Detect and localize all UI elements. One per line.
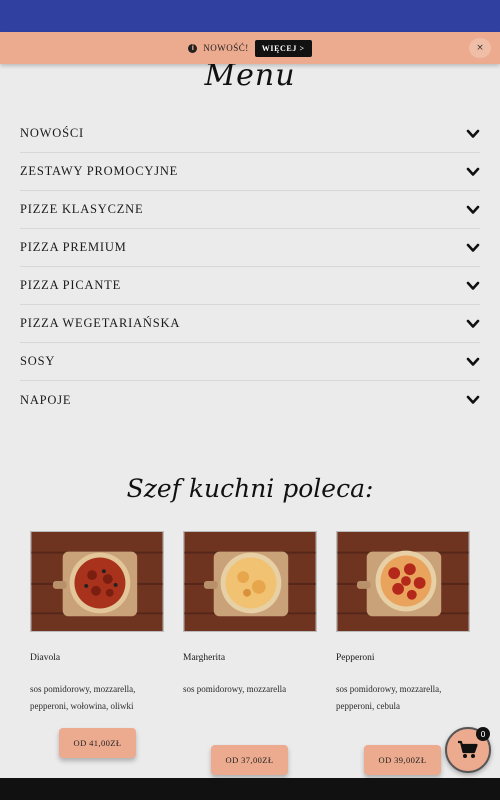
- product-name: Margherita: [183, 653, 226, 663]
- pizza-pepperoni-image[interactable]: [336, 531, 470, 632]
- chevron-down-icon: [466, 243, 480, 252]
- price-button-pepperoni[interactable]: OD 39,00ZŁ: [364, 745, 441, 775]
- category-label: NOWOŚCI: [20, 126, 84, 140]
- chevron-down-icon: [466, 281, 480, 290]
- chef-recommends-title: Szef kuchni poleca:: [126, 474, 374, 503]
- chevron-down-icon: [466, 129, 480, 138]
- product-description: sos pomidorowy, mozzarella, pepperoni, c…: [336, 684, 442, 711]
- pizza-margherita-image[interactable]: [183, 531, 317, 632]
- pizza-diavola-image[interactable]: [30, 531, 164, 632]
- price-button-margherita[interactable]: OD 37,00ZŁ: [211, 745, 288, 775]
- product-card-margherita: Margherita sos pomidorowy, mozzarella: [183, 531, 317, 694]
- category-label: NAPOJE: [20, 392, 72, 407]
- category-pizze-klasyczne[interactable]: PIZZE KLASYCZNE: [20, 191, 480, 229]
- category-label: PIZZE KLASYCZNE: [20, 202, 144, 216]
- product-card-pepperoni: Pepperoni sos pomidorowy, mozzarella, pe…: [336, 531, 470, 711]
- top-bar: [0, 0, 500, 32]
- category-label: SOSY: [20, 354, 56, 368]
- product-card-diavola: Diavola sos pomidorowy, mozzarella, pepp…: [30, 531, 164, 711]
- category-sosy[interactable]: SOSY: [20, 343, 480, 381]
- category-napoje[interactable]: NAPOJE: [20, 381, 480, 419]
- category-pizza-premium[interactable]: PIZZA PREMIUM: [20, 229, 480, 267]
- category-zestawy-promocyjne[interactable]: ZESTAWY PROMOCYJNE: [20, 153, 480, 191]
- announcement-text: NOWOŚĆ!: [203, 43, 249, 53]
- product-name: Pepperoni: [336, 653, 375, 663]
- announcement-bar: i NOWOŚĆ! WIĘCEJ > ×: [0, 32, 500, 64]
- cart-count-badge: 0: [476, 727, 490, 741]
- category-pizza-wegetarianska[interactable]: PIZZA WEGETARIAŃSKA: [20, 305, 480, 343]
- info-icon: i: [188, 43, 198, 53]
- product-description: sos pomidorowy, mozzarella, pepperoni, w…: [30, 684, 136, 711]
- product-name: Diavola: [30, 653, 61, 663]
- chevron-down-icon: [466, 167, 480, 176]
- category-nowosci[interactable]: NOWOŚCI: [20, 115, 480, 153]
- category-label: ZESTAWY PROMOCYJNE: [20, 164, 179, 178]
- category-label: PIZZA PREMIUM: [20, 240, 127, 254]
- chevron-down-icon: [466, 395, 480, 404]
- chevron-down-icon: [466, 319, 480, 328]
- bottom-bar: [0, 778, 500, 800]
- more-button[interactable]: WIĘCEJ >: [254, 39, 312, 57]
- category-label: PIZZA PICANTE: [20, 278, 122, 292]
- product-description: sos pomidorowy, mozzarella: [183, 684, 287, 694]
- category-label: PIZZA WEGETARIAŃSKA: [20, 316, 181, 330]
- category-pizza-picante[interactable]: PIZZA PICANTE: [20, 267, 480, 305]
- menu-accordion: NOWOŚCI ZESTAWY PROMOCYJNE PIZZE KLASYCZ…: [20, 115, 480, 419]
- chevron-down-icon: [466, 357, 480, 366]
- chevron-down-icon: [466, 205, 480, 214]
- close-icon[interactable]: ×: [469, 38, 491, 58]
- cart-icon: [458, 740, 478, 758]
- price-button-diavola[interactable]: OD 41,00ZŁ: [59, 728, 136, 758]
